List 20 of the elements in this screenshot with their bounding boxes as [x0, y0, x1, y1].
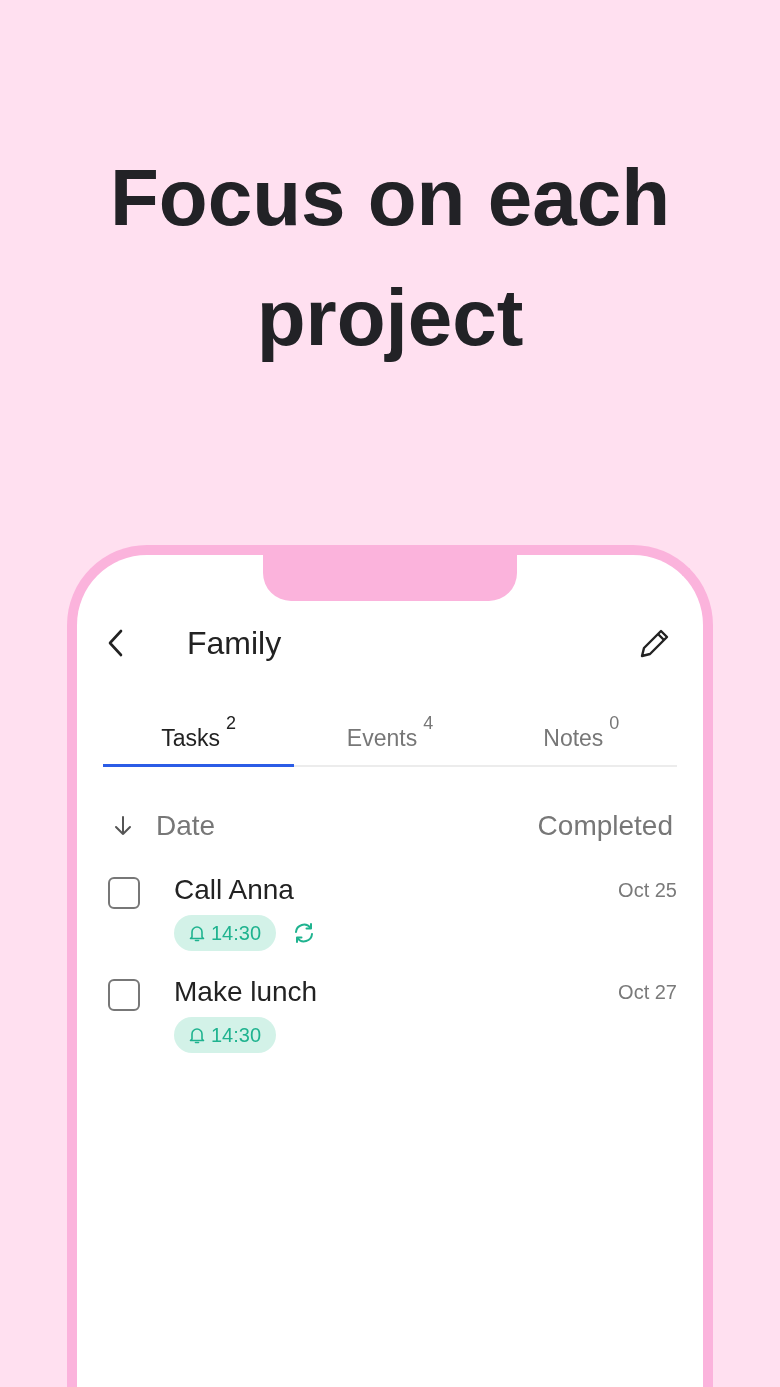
task-checkbox[interactable]	[108, 979, 140, 1011]
reminder-chip: 14:30	[174, 915, 277, 951]
completed-filter[interactable]: Completed	[537, 805, 673, 847]
task-date: Oct 25	[618, 878, 677, 903]
task-date: Oct 27	[618, 980, 677, 1005]
tab[interactable]: Events $^{4}$	[294, 713, 486, 767]
bell-icon	[189, 924, 205, 942]
project-title: Family	[187, 624, 282, 663]
sort-arrow-icon[interactable]	[113, 815, 133, 837]
tab[interactable]: Tasks $^{2}$	[103, 713, 295, 767]
reminder-chip: 14:30	[174, 1017, 277, 1053]
task-title[interactable]: Make lunch	[174, 971, 318, 1013]
back-icon[interactable]	[107, 628, 125, 658]
task-title[interactable]: Call Anna	[174, 869, 294, 911]
headline: Focus on each project	[108, 152, 672, 364]
bell-icon	[189, 1026, 205, 1044]
sort-button[interactable]: Date	[156, 805, 216, 847]
task-checkbox[interactable]	[108, 877, 140, 909]
tab[interactable]: Notes $^{0}$	[485, 713, 677, 767]
edit-icon[interactable]	[639, 627, 671, 659]
